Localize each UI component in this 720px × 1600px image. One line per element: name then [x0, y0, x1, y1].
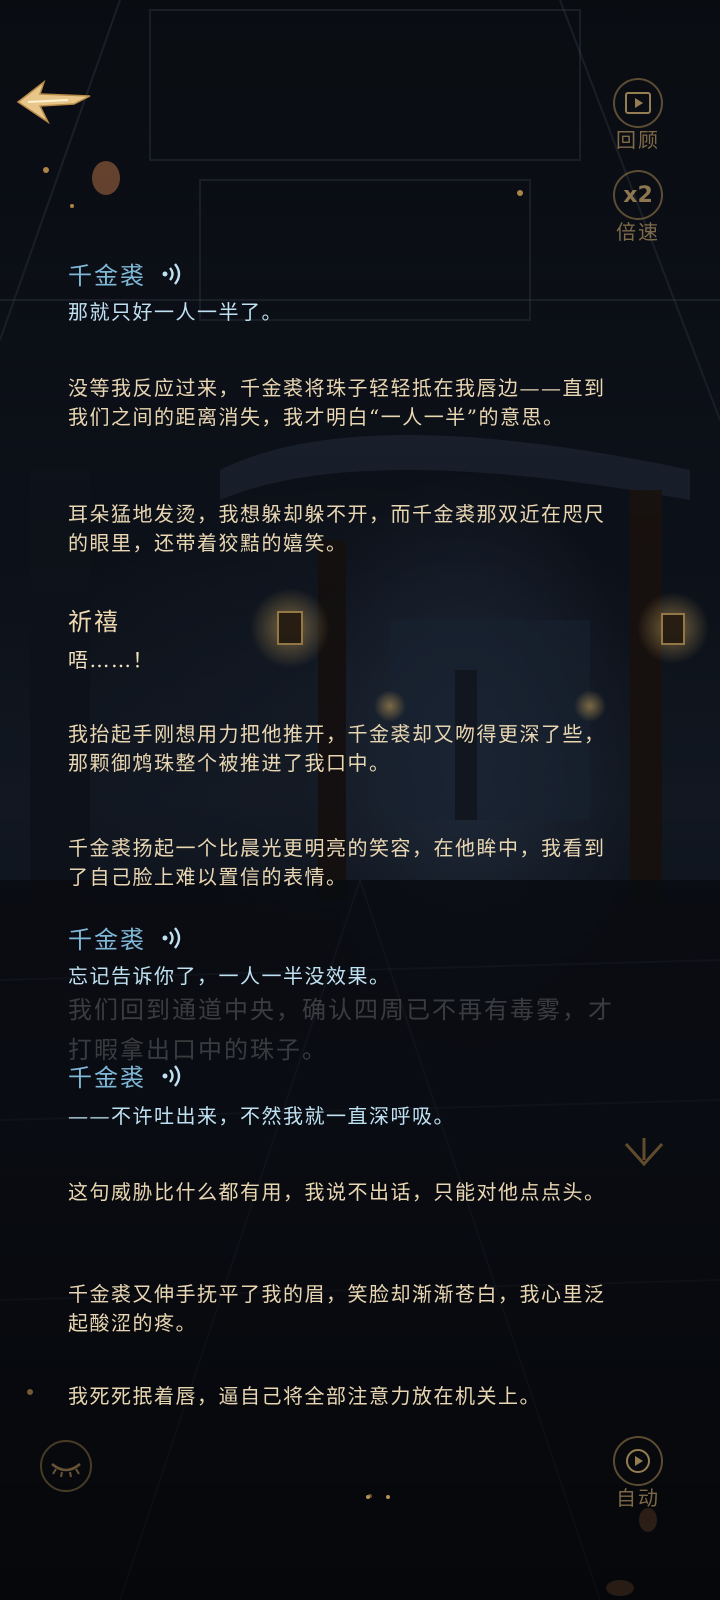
voice-play-icon[interactable]	[160, 1063, 186, 1089]
speed-icon: x2	[613, 170, 663, 220]
voice-play-icon[interactable]	[160, 261, 186, 287]
scroll-down-icon[interactable]	[622, 1134, 666, 1178]
speed-button[interactable]: x2 倍速	[606, 170, 670, 245]
dialogue-text: 那就只好一人一半了。	[68, 300, 283, 324]
narration-text: 千金裘又伸手抚平了我的眉，笑脸却渐渐苍白，我心里泛起酸涩的疼。	[68, 1282, 606, 1335]
narration-text: 没等我反应过来，千金裘将珠子轻轻抵在我唇边——直到我们之间的距离消失，我才明白“…	[68, 376, 606, 429]
narration-text: 我抬起手刚想用力把他推开，千金裘却又吻得更深了些，那颗御鸩珠整个被推进了我口中。	[68, 722, 606, 775]
auto-play-button[interactable]: 自动	[606, 1436, 670, 1511]
narration-text: 这句威胁比什么都有用，我说不出话，只能对他点点头。	[68, 1180, 606, 1204]
speed-label: 倍速	[616, 220, 660, 244]
dialogue-text: 唔……！	[68, 648, 154, 672]
hide-ui-button[interactable]	[38, 1438, 94, 1494]
dialogue-text: ——不许吐出来，不然我就一直深呼吸。	[68, 1104, 455, 1128]
review-icon	[613, 78, 663, 128]
narration-text: 我死死抿着唇，逼自己将全部注意力放在机关上。	[68, 1384, 541, 1408]
speaker-name: 祈禧	[68, 608, 120, 636]
back-arrow-icon	[16, 79, 91, 125]
speaker-name: 千金裘	[68, 256, 186, 291]
voice-play-icon[interactable]	[160, 925, 186, 951]
closed-eye-icon	[40, 1440, 92, 1492]
speaker-name: 千金裘	[68, 920, 186, 955]
page-dots-icon	[366, 1495, 390, 1499]
review-label: 回顾	[616, 128, 660, 152]
speed-value: x2	[623, 182, 653, 208]
back-button[interactable]	[14, 76, 96, 130]
auto-label: 自动	[616, 1486, 660, 1510]
dialogue-text: 忘记告诉你了，一人一半没效果。	[68, 964, 391, 988]
narration-text: 千金裘扬起一个比晨光更明亮的笑容，在他眸中，我看到了自己脸上难以置信的表情。	[68, 836, 606, 889]
narration-text: 耳朵猛地发烫，我想躲却躲不开，而千金裘那双近在咫尺的眼里，还带着狡黠的嬉笑。	[68, 502, 606, 555]
speaker-name: 千金裘	[68, 1058, 186, 1093]
play-icon	[613, 1436, 663, 1486]
review-button[interactable]: 回顾	[606, 78, 670, 153]
